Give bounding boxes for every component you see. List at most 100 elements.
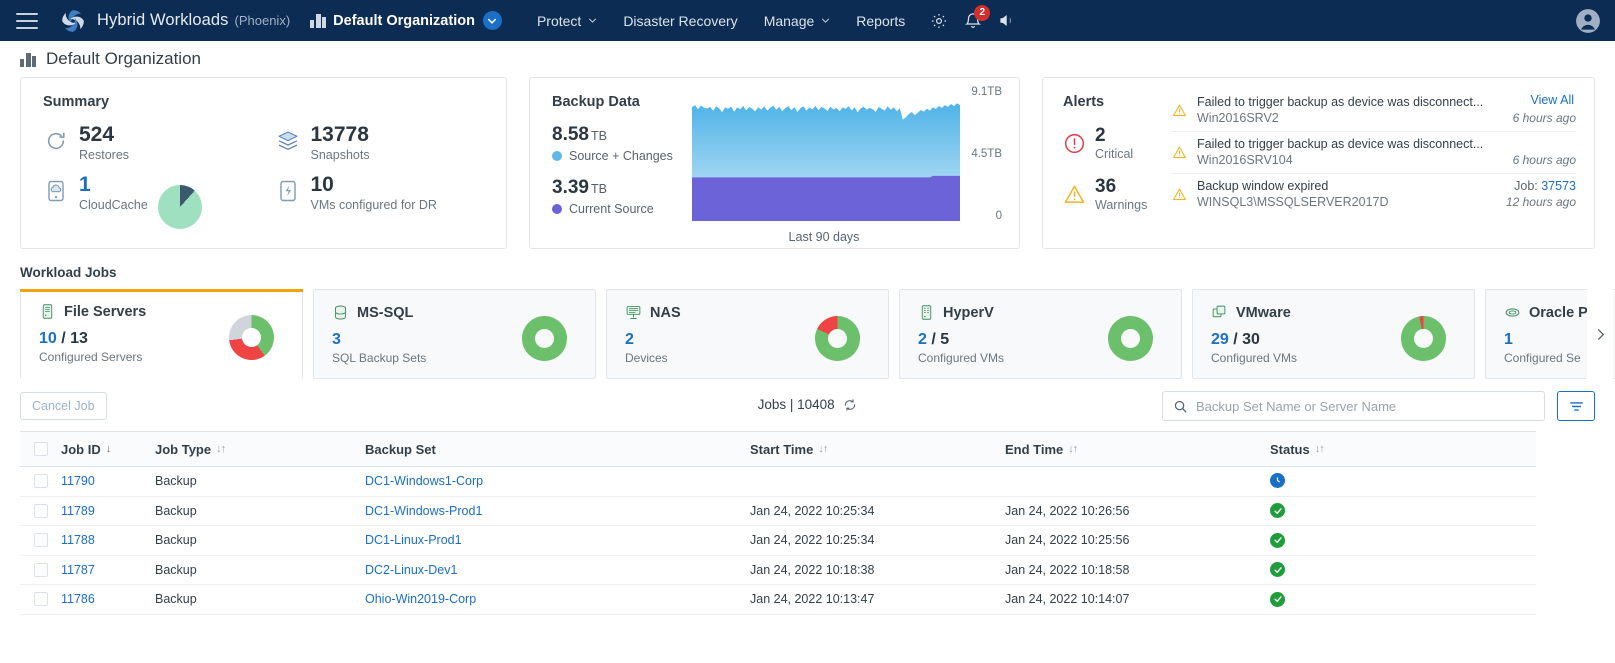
row-checkbox[interactable] xyxy=(33,503,48,518)
summary-card: Summary 524 Restores 13778 Snapshots 1 C… xyxy=(20,77,507,249)
table-row[interactable]: 11790 Backup DC1-Windows1-Corp xyxy=(20,467,1536,497)
chevron-down-icon[interactable] xyxy=(482,11,502,30)
workload-tab-ms-sql[interactable]: MS-SQL 3 SQL Backup Sets xyxy=(313,289,596,379)
workload-tab-vmware[interactable]: VMware 29 / 30 Configured VMs xyxy=(1192,289,1475,379)
nav-item-manage[interactable]: Manage xyxy=(751,13,844,29)
cell-end-time: Jan 24, 2022 10:25:56 xyxy=(1005,533,1130,548)
backup-legend-source-changes: Source + Changes xyxy=(530,149,690,163)
cell-status xyxy=(1270,503,1536,519)
workload-tab-donut xyxy=(229,315,274,360)
backup-set-link[interactable]: DC1-Linux-Prod1 xyxy=(365,533,462,547)
cell-status xyxy=(1270,473,1536,489)
job-id-link[interactable]: 11786 xyxy=(61,592,95,606)
cell-status xyxy=(1270,591,1536,608)
backup-set-link[interactable]: DC1-Windows1-Corp xyxy=(365,474,483,488)
axis-label-mid: 4.5TB xyxy=(971,148,1002,160)
file-server-icon xyxy=(42,304,53,319)
alert-row[interactable]: Failed to trigger backup as device was d… xyxy=(1171,90,1576,132)
oracle-icon xyxy=(1505,308,1520,317)
user-avatar-icon xyxy=(1576,8,1600,33)
warning-icon xyxy=(1064,185,1085,203)
row-checkbox-cell xyxy=(20,503,61,518)
alert-source: Win2016SRV2 xyxy=(1197,111,1279,125)
workload-tab-label: VMware xyxy=(1236,304,1291,321)
alert-row[interactable]: Failed to trigger backup as device was d… xyxy=(1171,132,1576,174)
row-checkbox[interactable] xyxy=(33,533,48,548)
sort-indicator: ↓↑ xyxy=(818,443,828,455)
cell-start-time: Jan 24, 2022 10:13:47 xyxy=(750,592,875,607)
row-checkbox-cell xyxy=(20,562,61,577)
cancel-job-button[interactable]: Cancel Job xyxy=(20,392,107,420)
column-label: End Time xyxy=(1005,441,1064,457)
search-input[interactable] xyxy=(1196,398,1534,414)
hamburger-menu-icon[interactable] xyxy=(16,12,38,29)
jobs-toolbar: Cancel Job Jobs | 10408 xyxy=(0,379,1615,431)
workload-tab-file-servers[interactable]: File Servers 10 / 13 Configured Servers xyxy=(20,289,303,379)
table-row[interactable]: 11789 Backup DC1-Windows-Prod1 Jan 24, 2022… xyxy=(20,497,1536,526)
column-header-backup-set[interactable]: Backup Set xyxy=(365,442,750,457)
alert-job-link[interactable]: 37573 xyxy=(1541,179,1576,193)
vmware-icon xyxy=(1212,305,1226,318)
select-all-checkbox[interactable] xyxy=(33,442,48,456)
workload-tab-hyperv[interactable]: HyperV 2 / 5 Configured VMs xyxy=(899,289,1182,379)
clock-icon xyxy=(1270,473,1285,489)
column-label: Status xyxy=(1270,441,1310,457)
check-circle-icon xyxy=(1270,532,1285,548)
alerts-card: Alerts 2 Critical 36 Warnings Failed to … xyxy=(1042,77,1595,249)
view-all-alerts-link[interactable]: View All xyxy=(1530,93,1574,107)
column-header-end-time[interactable]: End Time ↓↑ xyxy=(1005,442,1270,457)
job-id-link[interactable]: 11790 xyxy=(61,474,95,488)
megaphone-icon[interactable] xyxy=(998,11,1017,30)
druva-logo-icon[interactable] xyxy=(60,8,86,34)
column-label: Start Time xyxy=(750,441,814,457)
column-header-job-type[interactable]: Job Type ↓↑ xyxy=(155,442,365,457)
nav-item-disaster-recovery[interactable]: Disaster Recovery xyxy=(610,13,750,29)
refresh-icon[interactable] xyxy=(843,398,857,415)
job-id-link[interactable]: 11787 xyxy=(61,563,95,577)
filter-button[interactable] xyxy=(1557,391,1595,421)
bell-icon[interactable]: 2 xyxy=(964,4,991,30)
backup-set-link[interactable]: DC2-Linux-Dev1 xyxy=(365,563,457,577)
table-row[interactable]: 11787 Backup DC2-Linux-Dev1 Jan 24, 2022 10… xyxy=(20,556,1536,585)
nav-item-protect[interactable]: Protect xyxy=(524,13,610,29)
workload-tab-label: File Servers xyxy=(64,303,147,320)
alert-source: Win2016SRV104 xyxy=(1197,153,1293,167)
summary-label: Snapshots xyxy=(310,148,370,163)
nav-item-label: Reports xyxy=(856,12,906,29)
search-box[interactable] xyxy=(1162,391,1545,421)
job-id-link[interactable]: 11788 xyxy=(61,533,95,547)
table-row[interactable]: 11786 Backup Ohio-Win2019-Corp Jan 24, 2022… xyxy=(20,585,1536,615)
page-title: Default Organization xyxy=(46,49,201,68)
summary-label: CloudCache xyxy=(79,198,148,213)
warning-icon xyxy=(1171,137,1188,167)
column-header-status[interactable]: Status ↓↑ xyxy=(1270,442,1536,457)
workload-tab-nas[interactable]: NAS 2 Devices xyxy=(606,289,889,379)
row-checkbox[interactable] xyxy=(33,562,48,577)
backup-set-link[interactable]: Ohio-Win2019-Corp xyxy=(365,592,476,606)
row-checkbox[interactable] xyxy=(33,474,48,489)
nav-item-reports[interactable]: Reports xyxy=(843,13,918,29)
alert-row[interactable]: Backup window expired Job: 37573 WINSQL3… xyxy=(1171,174,1576,215)
table-header-row: Job ID ↓ Job Type ↓↑ Backup Set Start Ti… xyxy=(20,432,1536,467)
job-id-link[interactable]: 11789 xyxy=(61,504,95,518)
chevron-right-icon[interactable] xyxy=(1587,289,1613,379)
backup-set-link[interactable]: DC1-Windows-Prod1 xyxy=(365,504,482,518)
area-chart: 9.1TB 4.5TB 0 xyxy=(692,86,1002,222)
alert-time: 6 hours ago xyxy=(1512,153,1576,167)
alert-job-prefix: Job: xyxy=(1514,179,1542,193)
nav-icon-group: 2 xyxy=(930,4,1017,30)
cell-job-type: Backup xyxy=(155,503,197,518)
column-header-job-id[interactable]: Job ID ↓ xyxy=(61,442,155,457)
workload-tab-label: Oracle P xyxy=(1529,304,1588,321)
alert-line-secondary: Win2016SRV2 6 hours ago xyxy=(1197,111,1576,125)
summary-value: 1 xyxy=(79,173,91,197)
avatar[interactable] xyxy=(1575,8,1601,34)
table-row[interactable]: 11788 Backup DC1-Linux-Prod1 Jan 24, 2022 1… xyxy=(20,526,1536,556)
cell-status xyxy=(1270,562,1536,578)
snapshots-icon xyxy=(275,127,301,155)
row-checkbox[interactable] xyxy=(33,592,48,607)
gear-icon[interactable] xyxy=(930,12,948,30)
workload-jobs-title: Workload Jobs xyxy=(20,265,117,280)
backup-stat-number: 8.58 xyxy=(552,124,589,145)
column-header-start-time[interactable]: Start Time ↓↑ xyxy=(750,442,1005,457)
